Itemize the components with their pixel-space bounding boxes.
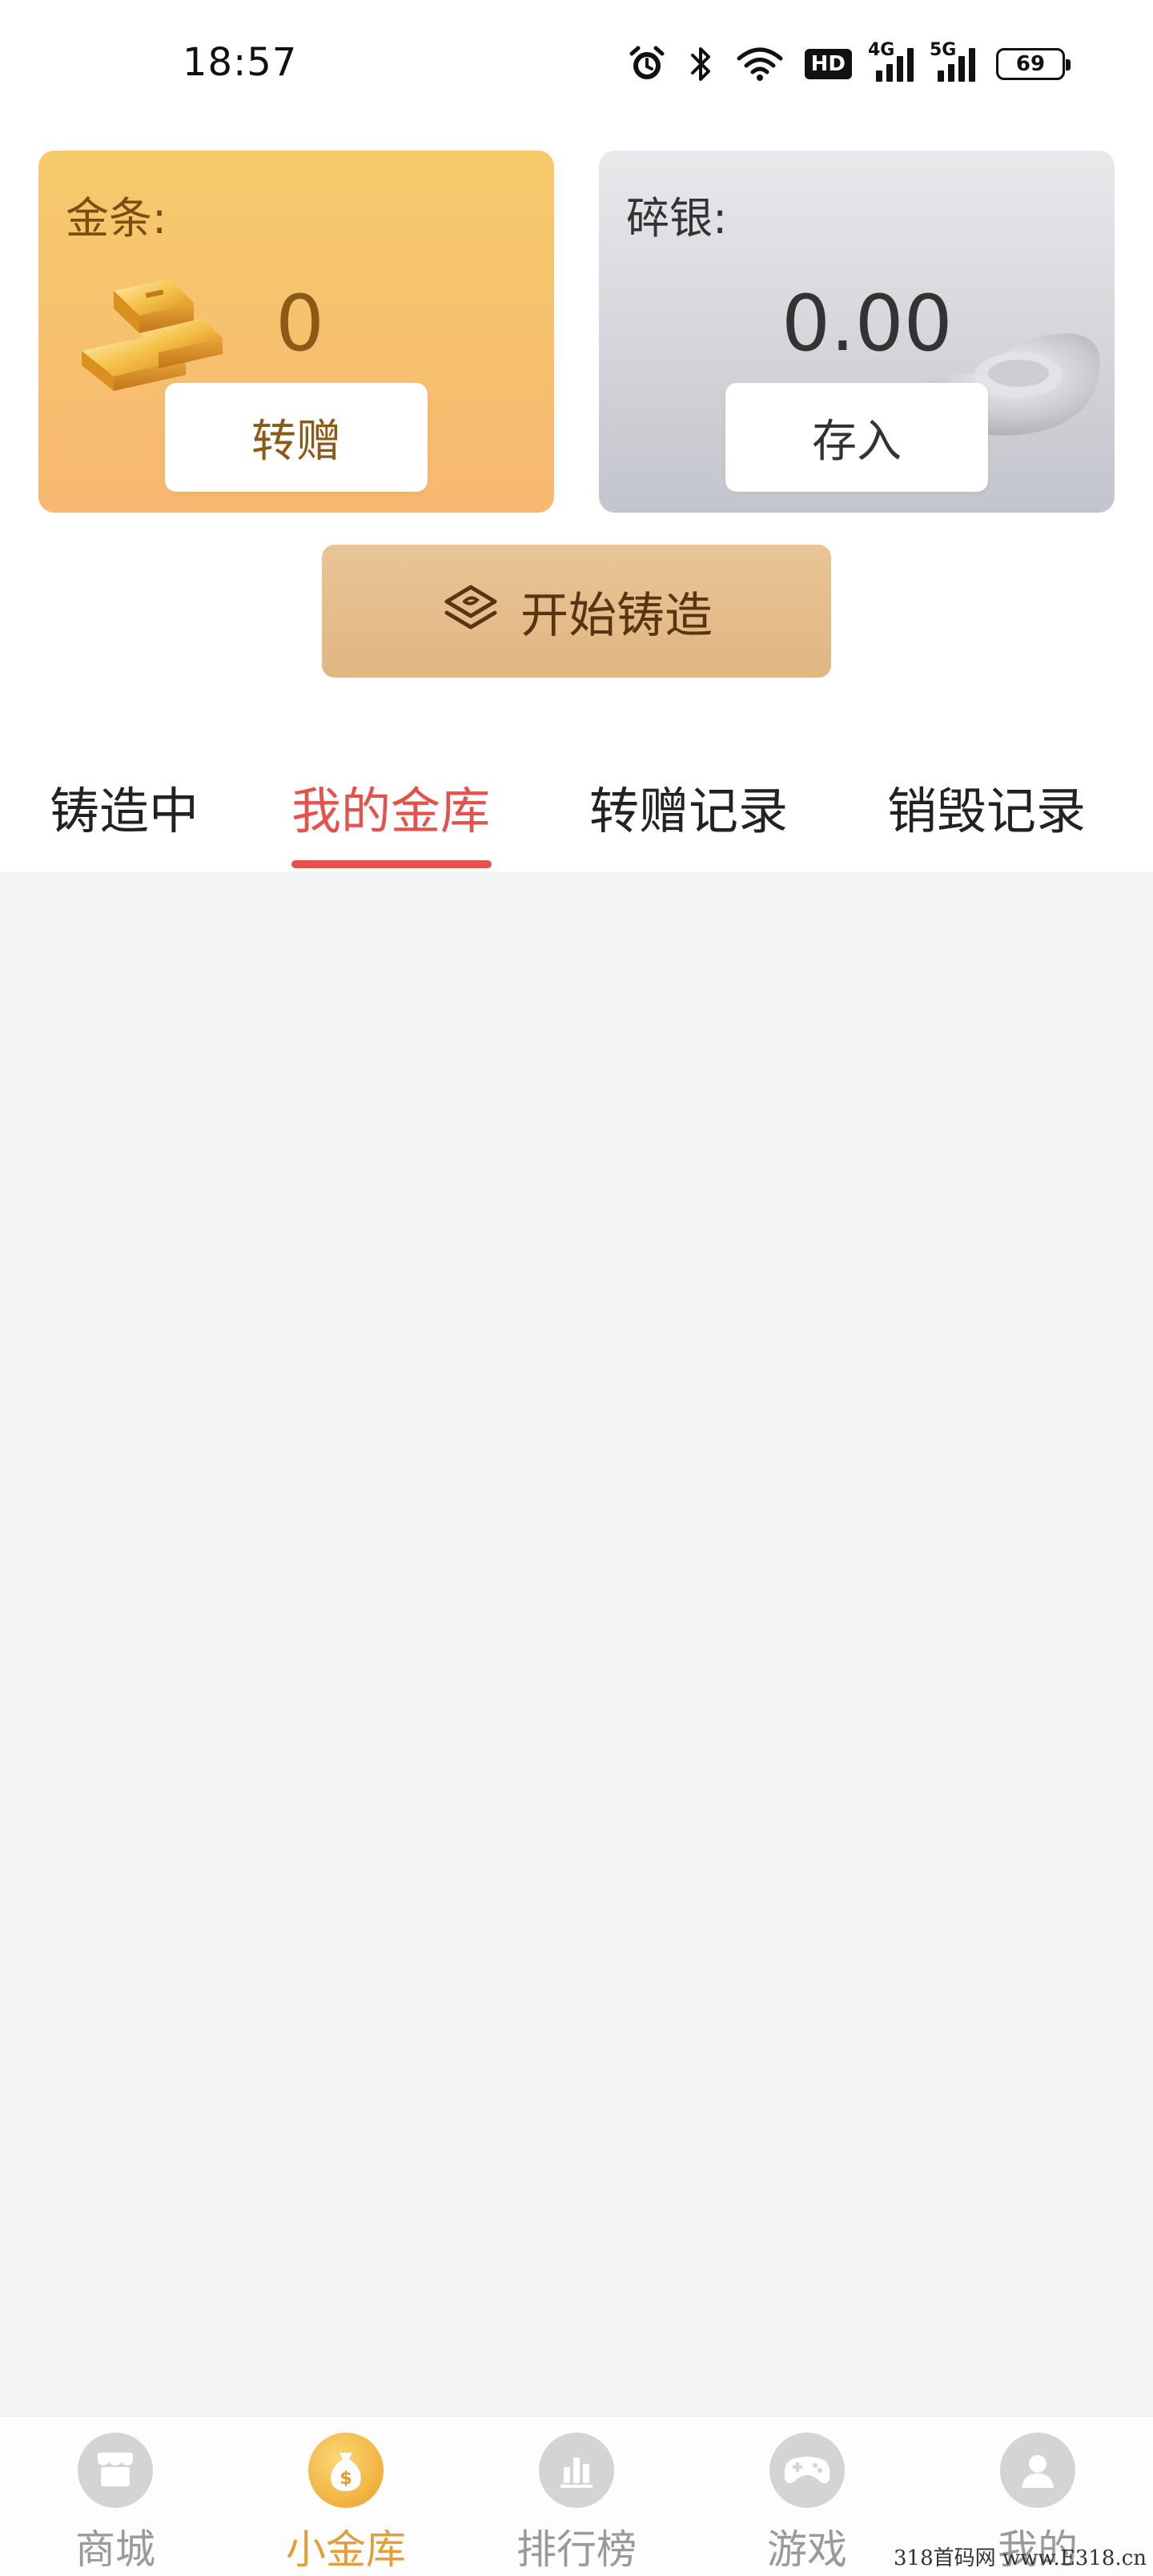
silver-label: 碎银: (626, 193, 728, 244)
gold-bar-card: 金条: 0 转赠 (38, 151, 554, 513)
nav-small-vault[interactable]: $ 小金库 (266, 2433, 426, 2576)
nav-leaderboard[interactable]: 排行榜 (496, 2433, 657, 2576)
vault-content-area (0, 871, 1153, 2416)
layers-icon (444, 585, 497, 630)
status-bar: 18:57 HD 4G 5G 69 (0, 0, 1153, 136)
gold-bars-icon (82, 279, 223, 391)
active-tab-indicator (291, 860, 492, 868)
nav-shop[interactable]: 商城 (35, 2433, 195, 2576)
signal-5g-icon: 5G (930, 40, 975, 82)
tab-casting[interactable]: 铸造中 (50, 771, 199, 843)
gold-bar-label: 金条: (66, 193, 167, 244)
alarm-icon (627, 42, 667, 87)
status-icons: HD 4G 5G 69 (627, 40, 1071, 87)
bar-chart-icon (539, 2433, 614, 2508)
user-icon (1000, 2433, 1075, 2508)
silver-amount: 0.00 (781, 279, 953, 368)
tab-bar: 铸造中 我的金库 转赠记录 销毁记录 (0, 737, 1153, 871)
gamepad-icon (769, 2433, 845, 2508)
hd-icon: HD (804, 42, 852, 87)
shop-icon (78, 2433, 153, 2508)
start-casting-label: 开始铸造 (520, 587, 713, 644)
gold-bar-count: 0 (275, 279, 325, 368)
tab-my-vault[interactable]: 我的金库 (291, 771, 490, 843)
battery-level: 69 (1015, 52, 1046, 76)
bluetooth-icon (688, 42, 715, 87)
start-casting-button[interactable]: 开始铸造 (322, 545, 831, 678)
deposit-button[interactable]: 存入 (725, 383, 988, 492)
tab-destroy-records[interactable]: 销毁记录 (887, 771, 1086, 843)
money-bag-icon: $ (308, 2433, 384, 2508)
wifi-icon (736, 42, 784, 87)
svg-text:$: $ (339, 2469, 352, 2489)
tab-transfer-records[interactable]: 转赠记录 (589, 771, 788, 843)
silver-card: 碎银: 0.00 存入 (599, 151, 1115, 513)
signal-4g-icon: 4G (868, 40, 914, 82)
battery-icon: 69 (996, 42, 1071, 87)
watermark: 318首码网 www.E318.cn (893, 2546, 1147, 2570)
nav-games[interactable]: 游戏 (727, 2433, 887, 2576)
status-time: 18:57 (183, 40, 298, 85)
transfer-button[interactable]: 转赠 (165, 383, 428, 492)
